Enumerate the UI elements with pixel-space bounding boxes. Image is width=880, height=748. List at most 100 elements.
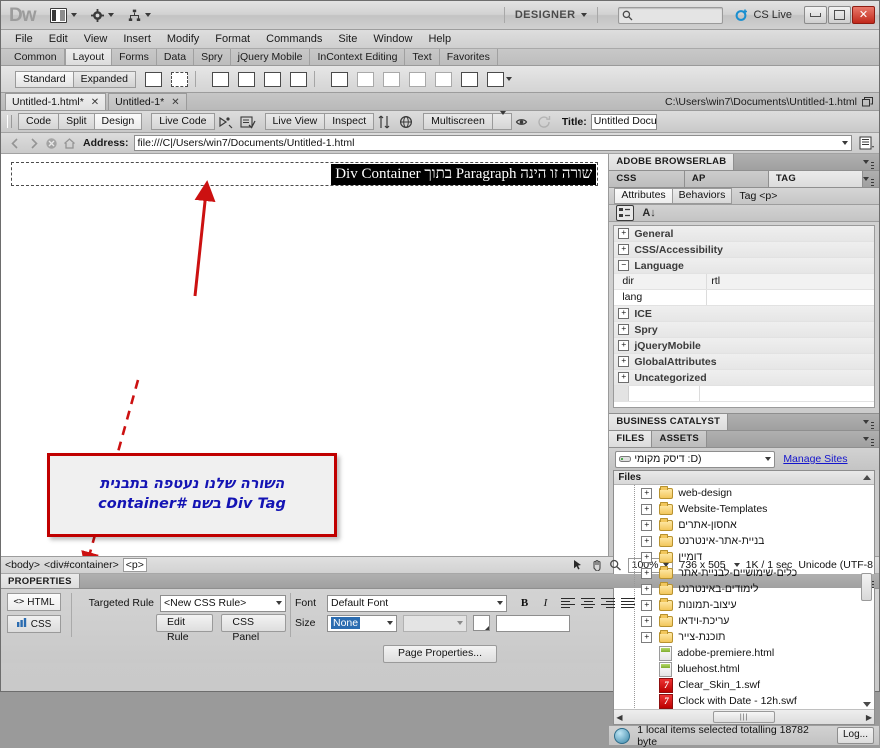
menu-file[interactable]: File bbox=[7, 33, 41, 45]
validate-markup-icon[interactable] bbox=[239, 115, 256, 129]
minimize-button[interactable] bbox=[804, 6, 827, 24]
file-tree-item[interactable]: + דומיין bbox=[614, 549, 874, 565]
insert-tab-text[interactable]: Text bbox=[405, 49, 440, 65]
panel-options-menu-icon[interactable] bbox=[863, 158, 874, 167]
tab-files[interactable]: FILES bbox=[609, 431, 653, 447]
scroll-up-icon[interactable] bbox=[863, 475, 871, 480]
hand-tool-icon[interactable] bbox=[590, 559, 603, 572]
expand-icon[interactable]: + bbox=[641, 551, 653, 563]
horizontal-scrollbar[interactable]: ◀ ||| ▶ bbox=[614, 709, 874, 724]
scroll-down-icon[interactable] bbox=[863, 702, 871, 707]
attribute-category-jquerymobile[interactable]: + jQueryMobile bbox=[614, 338, 874, 354]
insert-fluid-grid-layout-icon[interactable] bbox=[170, 71, 188, 87]
visual-aids-icon[interactable] bbox=[515, 115, 531, 129]
file-tree-item[interactable]: 7 Clear_Skin_1.swf bbox=[614, 677, 874, 693]
menu-commands[interactable]: Commands bbox=[258, 33, 330, 45]
menu-edit[interactable]: Edit bbox=[41, 33, 76, 45]
restore-document-icon[interactable] bbox=[862, 96, 873, 107]
search-input[interactable] bbox=[618, 6, 724, 24]
attribute-category-language[interactable]: − Language bbox=[614, 258, 874, 274]
browser-preview-globe-icon[interactable] bbox=[399, 115, 415, 129]
attributes-button[interactable]: Attributes bbox=[614, 188, 673, 204]
chevron-down-icon[interactable] bbox=[842, 141, 848, 145]
insert-tab-layout[interactable]: Layout bbox=[64, 49, 113, 65]
drive-select[interactable]: (D: דיסק מקומי bbox=[615, 450, 776, 468]
attribute-value[interactable]: rtl bbox=[707, 274, 874, 289]
close-button[interactable]: ✕ bbox=[852, 6, 875, 24]
standard-mode-button[interactable]: Standard bbox=[15, 70, 74, 88]
expand-icon[interactable]: + bbox=[618, 228, 630, 239]
attributes-table[interactable]: + General + CSS/Accessibility − Language… bbox=[613, 225, 875, 408]
expand-icon[interactable]: + bbox=[641, 487, 653, 499]
file-tree-item[interactable]: + אחסון-אתרים bbox=[614, 517, 874, 533]
expand-icon[interactable]: + bbox=[641, 583, 653, 595]
inspect-button[interactable]: Inspect bbox=[325, 113, 375, 130]
panel-options-menu-icon[interactable] bbox=[863, 435, 874, 444]
attribute-category-ice[interactable]: + ICE bbox=[614, 306, 874, 322]
align-center-button[interactable] bbox=[581, 597, 595, 609]
expand-icon[interactable]: + bbox=[618, 244, 630, 255]
vertical-scrollbar-thumb[interactable] bbox=[861, 573, 872, 601]
attribute-value[interactable] bbox=[707, 290, 874, 305]
file-tree-item[interactable]: + לימודים-באינטרנט bbox=[614, 581, 874, 597]
menu-modify[interactable]: Modify bbox=[159, 33, 207, 45]
live-view-button[interactable]: Live View bbox=[264, 113, 326, 130]
color-hex-input[interactable] bbox=[496, 614, 570, 632]
frames-icon[interactable] bbox=[486, 71, 504, 87]
attribute-category-css-accessibility[interactable]: + CSS/Accessibility bbox=[614, 242, 874, 258]
italic-button[interactable]: I bbox=[538, 596, 553, 610]
tab-assets[interactable]: ASSETS bbox=[652, 431, 707, 447]
css-panel-button[interactable]: CSS Panel bbox=[221, 614, 286, 643]
tag-selector-body[interactable]: <body> bbox=[5, 559, 40, 571]
expand-icon[interactable]: + bbox=[618, 356, 630, 367]
file-tree-item[interactable]: + עריכת-וידאו bbox=[614, 613, 874, 629]
attribute-category-globalattributes[interactable]: + GlobalAttributes bbox=[614, 354, 874, 370]
attribute-category-general[interactable]: + General bbox=[614, 226, 874, 242]
select-tool-icon[interactable] bbox=[571, 559, 584, 571]
insert-tab-data[interactable]: Data bbox=[157, 49, 195, 65]
insert-tab-incontext-editing[interactable]: InContext Editing bbox=[310, 49, 406, 65]
tab-tag-inspector[interactable]: TAG INSPECTOR bbox=[768, 171, 863, 200]
file-management-icon[interactable] bbox=[859, 136, 875, 150]
expand-icon[interactable]: + bbox=[641, 519, 653, 531]
cs-live-button[interactable]: CS Live bbox=[735, 8, 792, 22]
file-tree-item[interactable]: 7 Clock with Date - 12h.swf bbox=[614, 693, 874, 709]
align-right-button[interactable] bbox=[601, 597, 615, 609]
menu-window[interactable]: Window bbox=[365, 33, 420, 45]
expand-icon[interactable]: + bbox=[641, 503, 653, 515]
align-left-button[interactable] bbox=[561, 597, 575, 609]
insert-div-tag-icon[interactable] bbox=[144, 71, 162, 87]
paragraph-text[interactable]: שורה זו הינה Paragraph בתוך Div Containe… bbox=[331, 164, 597, 185]
manage-sites-link[interactable]: Manage Sites bbox=[783, 453, 847, 465]
site-management-button[interactable] bbox=[128, 9, 151, 22]
file-tree-item[interactable]: + Website-Templates bbox=[614, 501, 874, 517]
html-mode-button[interactable]: <> HTML bbox=[7, 593, 61, 611]
menu-site[interactable]: Site bbox=[330, 33, 365, 45]
expand-icon[interactable]: + bbox=[641, 631, 653, 643]
file-tree[interactable]: Files + web-design + Website-Templates + אח… bbox=[613, 470, 875, 725]
document-tab-untitled-1[interactable]: Untitled-1* ✕ bbox=[108, 93, 187, 110]
business-catalyst-panel-header[interactable]: BUSINESS CATALYST bbox=[609, 413, 879, 431]
design-view-button[interactable]: Design bbox=[94, 113, 143, 130]
expand-icon[interactable]: + bbox=[641, 535, 653, 547]
expand-icon[interactable]: + bbox=[641, 615, 653, 627]
iframe-icon[interactable] bbox=[460, 71, 478, 87]
css-mode-button[interactable]: CSS bbox=[7, 615, 61, 633]
page-properties-button[interactable]: Page Properties... bbox=[382, 645, 498, 663]
workspace-chevron-down-icon[interactable] bbox=[581, 13, 588, 17]
tab-adobe-browserlab[interactable]: ADOBE BROWSERLAB bbox=[609, 154, 735, 170]
live-code-button[interactable]: Live Code bbox=[151, 113, 215, 130]
insert-tab-forms[interactable]: Forms bbox=[112, 49, 157, 65]
show-category-view-icon[interactable] bbox=[616, 205, 635, 221]
div-container-outline[interactable]: שורה זו הינה Paragraph בתוך Div Containe… bbox=[11, 162, 599, 186]
insert-tab-common[interactable]: Common bbox=[7, 49, 65, 65]
file-tree-item[interactable]: + תוכנת-צייר bbox=[614, 629, 874, 645]
file-tree-item[interactable]: bluehost.html bbox=[614, 661, 874, 677]
expand-icon[interactable]: + bbox=[618, 340, 630, 351]
file-tree-item[interactable]: adobe-premiere.html bbox=[614, 645, 874, 661]
tab-ap-elements[interactable]: AP ELEMENTS bbox=[684, 171, 769, 200]
log-button[interactable]: Log... bbox=[836, 727, 874, 744]
menu-help[interactable]: Help bbox=[420, 33, 459, 45]
tab-css-styles[interactable]: CSS STYLES bbox=[609, 171, 685, 200]
expanded-mode-button[interactable]: Expanded bbox=[73, 70, 136, 88]
